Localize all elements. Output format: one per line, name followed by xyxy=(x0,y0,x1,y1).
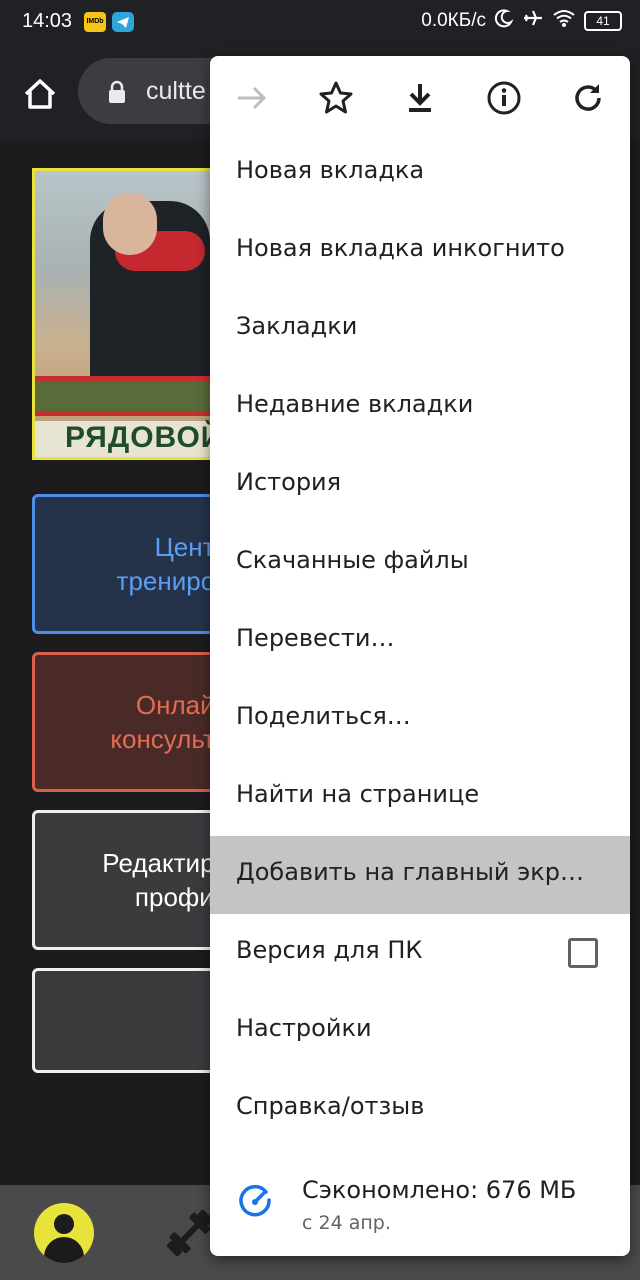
menu-item-recent-tabs[interactable]: Недавние вкладки xyxy=(210,368,630,446)
menu-item-new-tab[interactable]: Новая вкладка xyxy=(210,134,630,212)
url-text: cultte xyxy=(146,77,206,105)
menu-item-label: Закладки xyxy=(236,312,358,340)
online-consultation-card[interactable]: Онлайн консульта xyxy=(32,652,232,792)
menu-item-label: Версия для ПК xyxy=(236,936,423,964)
star-icon[interactable] xyxy=(314,76,358,120)
imdb-notification-icon: IMDb xyxy=(84,12,106,32)
data-savings-item[interactable]: Сэкономлено: 676 МБ с 24 апр. xyxy=(210,1156,630,1256)
empty-card[interactable] xyxy=(32,968,232,1073)
banner-face xyxy=(103,193,157,255)
menu-item-downloads[interactable]: Скачанные файлы xyxy=(210,524,630,602)
menu-item-label: Новая вкладка xyxy=(236,156,425,184)
data-saver-gauge-icon xyxy=(236,1182,274,1220)
menu-item-help-feedback[interactable]: Справка/отзыв xyxy=(210,1070,630,1148)
menu-item-label: Перевести… xyxy=(236,624,395,652)
profile-avatar-icon[interactable] xyxy=(34,1203,94,1263)
menu-item-label: История xyxy=(236,468,342,496)
reload-icon[interactable] xyxy=(566,76,610,120)
download-icon[interactable] xyxy=(398,76,442,120)
menu-item-history[interactable]: История xyxy=(210,446,630,524)
wifi-icon xyxy=(552,8,576,34)
menu-item-label: Найти на странице xyxy=(236,780,480,808)
edit-profile-card[interactable]: Редактиро профил xyxy=(32,810,232,950)
training-center-card[interactable]: Центр трениров xyxy=(32,494,232,634)
data-savings-since: с 24 апр. xyxy=(302,1212,391,1234)
menu-item-find-in-page[interactable]: Найти на странице xyxy=(210,758,630,836)
airplane-icon xyxy=(522,8,544,34)
info-icon[interactable] xyxy=(482,76,526,120)
banner-strip xyxy=(35,376,229,416)
menu-item-share[interactable]: Поделиться… xyxy=(210,680,630,758)
menu-item-label: Настройки xyxy=(236,1014,372,1042)
telegram-notification-icon xyxy=(112,12,134,32)
data-savings-amount: Сэкономлено: 676 МБ xyxy=(302,1176,577,1204)
menu-item-label: Добавить на главный экр… xyxy=(236,858,585,886)
avatar-head xyxy=(54,1214,74,1234)
menu-item-add-to-home-screen[interactable]: Добавить на главный экр… xyxy=(210,836,630,914)
menu-item-translate[interactable]: Перевести… xyxy=(210,602,630,680)
battery-icon: 41 xyxy=(584,11,622,31)
menu-item-bookmarks[interactable]: Закладки xyxy=(210,290,630,368)
menu-item-desktop-site[interactable]: Версия для ПК xyxy=(210,914,630,992)
avatar-body xyxy=(44,1237,84,1263)
status-bar: 14:03 IMDb 0.0КБ/с 41 xyxy=(0,0,640,46)
network-speed: 0.0КБ/с xyxy=(421,10,486,31)
desktop-site-checkbox[interactable] xyxy=(568,938,598,968)
menu-item-label: Новая вкладка инкогнито xyxy=(236,234,565,262)
browser-overflow-menu: Новая вкладка Новая вкладка инкогнито За… xyxy=(210,56,630,1256)
menu-icon-row xyxy=(210,56,630,136)
moon-icon xyxy=(494,8,514,34)
menu-item-label: Скачанные файлы xyxy=(236,546,469,574)
status-time: 14:03 xyxy=(22,10,73,32)
menu-item-label: Справка/отзыв xyxy=(236,1092,425,1120)
lock-icon xyxy=(106,80,128,103)
banner-title: РЯДОВОЙ xyxy=(65,421,224,454)
menu-item-new-incognito-tab[interactable]: Новая вкладка инкогнито xyxy=(210,212,630,290)
home-icon[interactable] xyxy=(20,74,60,114)
status-indicators: 0.0КБ/с 41 xyxy=(421,8,622,34)
menu-item-label: Недавние вкладки xyxy=(236,390,474,418)
menu-item-label: Поделиться… xyxy=(236,702,411,730)
forward-icon[interactable] xyxy=(230,76,274,120)
promo-banner[interactable]: РЯДОВОЙ xyxy=(32,168,232,460)
menu-item-settings[interactable]: Настройки xyxy=(210,992,630,1070)
